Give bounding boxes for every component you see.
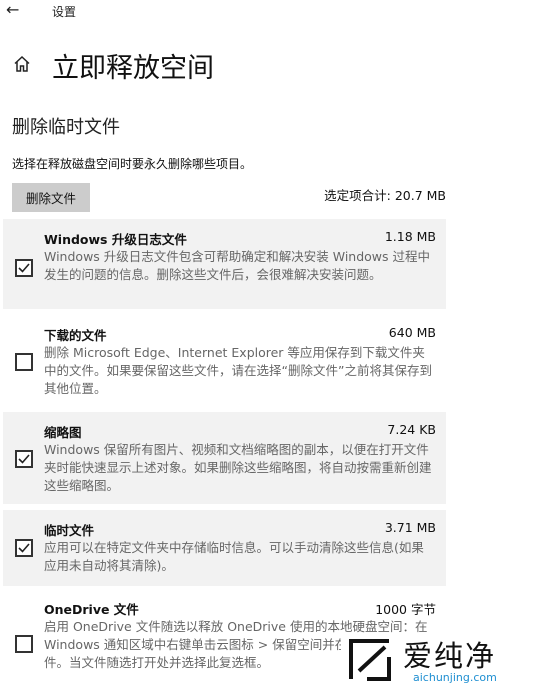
app-title: 设置	[52, 5, 77, 19]
delete-files-button[interactable]: 删除文件	[12, 183, 90, 212]
list-item-windows-upgrade-logs[interactable]: Windows 升级日志文件 1.18 MB Windows 升级日志文件包含可…	[3, 219, 446, 309]
checkbox-thumbnails[interactable]	[15, 450, 33, 468]
list-item-temp-files[interactable]: 临时文件 3.71 MB 应用可以在特定文件夹中存储临时信息。可以手动清除这些信…	[3, 510, 446, 586]
item-name: Windows 升级日志文件	[44, 232, 187, 247]
checkmark-icon	[18, 454, 30, 464]
description-text: 选择在释放磁盘空间时要永久删除哪些项目。	[12, 157, 253, 171]
checkbox-downloads[interactable]	[15, 353, 33, 371]
item-description: Windows 升级日志文件包含可帮助确定和解决安装 Windows 过程中发生…	[44, 249, 431, 282]
item-name: 缩略图	[44, 425, 82, 440]
item-size: 3.71 MB	[384, 520, 436, 535]
checkmark-icon	[18, 263, 30, 273]
item-description: 应用可以在特定文件夹中存储临时信息。可以手动清除这些信息(如果应用未自动将其清除…	[44, 540, 424, 573]
item-description: 删除 Microsoft Edge、Internet Explorer 等应用保…	[44, 345, 432, 396]
item-size: 640 MB	[388, 325, 436, 340]
home-icon[interactable]	[12, 54, 32, 74]
item-name: 下载的文件	[44, 328, 107, 343]
total-selected-label: 选定项合计: 20.7 MB	[324, 188, 446, 203]
checkbox-temp-files[interactable]	[15, 539, 33, 557]
list-item-thumbnails[interactable]: 缩略图 7.24 KB Windows 保留所有图片、视频和文档缩略图的副本，以…	[3, 412, 446, 504]
item-size: 7.24 KB	[387, 422, 436, 437]
watermark-brand: 爱纯净	[403, 639, 497, 673]
watermark-url: aichunjing.com	[413, 671, 497, 684]
checkmark-icon	[18, 543, 30, 553]
title-bar: ← 设置	[0, 0, 533, 24]
back-arrow-icon[interactable]: ←	[6, 1, 24, 19]
checkbox-windows-upgrade-logs[interactable]	[15, 259, 33, 277]
list-item-downloads[interactable]: 下载的文件 640 MB 删除 Microsoft Edge、Internet …	[3, 315, 446, 407]
checkbox-onedrive[interactable]	[15, 635, 33, 653]
item-size: 1000 字节	[375, 602, 436, 617]
item-description: Windows 保留所有图片、视频和文档缩略图的副本，以便在打开文件夹时能快速显…	[44, 442, 432, 493]
watermark-logo-icon	[349, 639, 391, 681]
watermark: 爱纯净 aichunjing.com	[341, 633, 533, 690]
page-title: 立即释放空间	[52, 53, 214, 84]
item-name: OneDrive 文件	[44, 602, 139, 617]
section-title: 删除临时文件	[12, 117, 120, 138]
item-name: 临时文件	[44, 523, 95, 538]
item-size: 1.18 MB	[384, 229, 436, 244]
